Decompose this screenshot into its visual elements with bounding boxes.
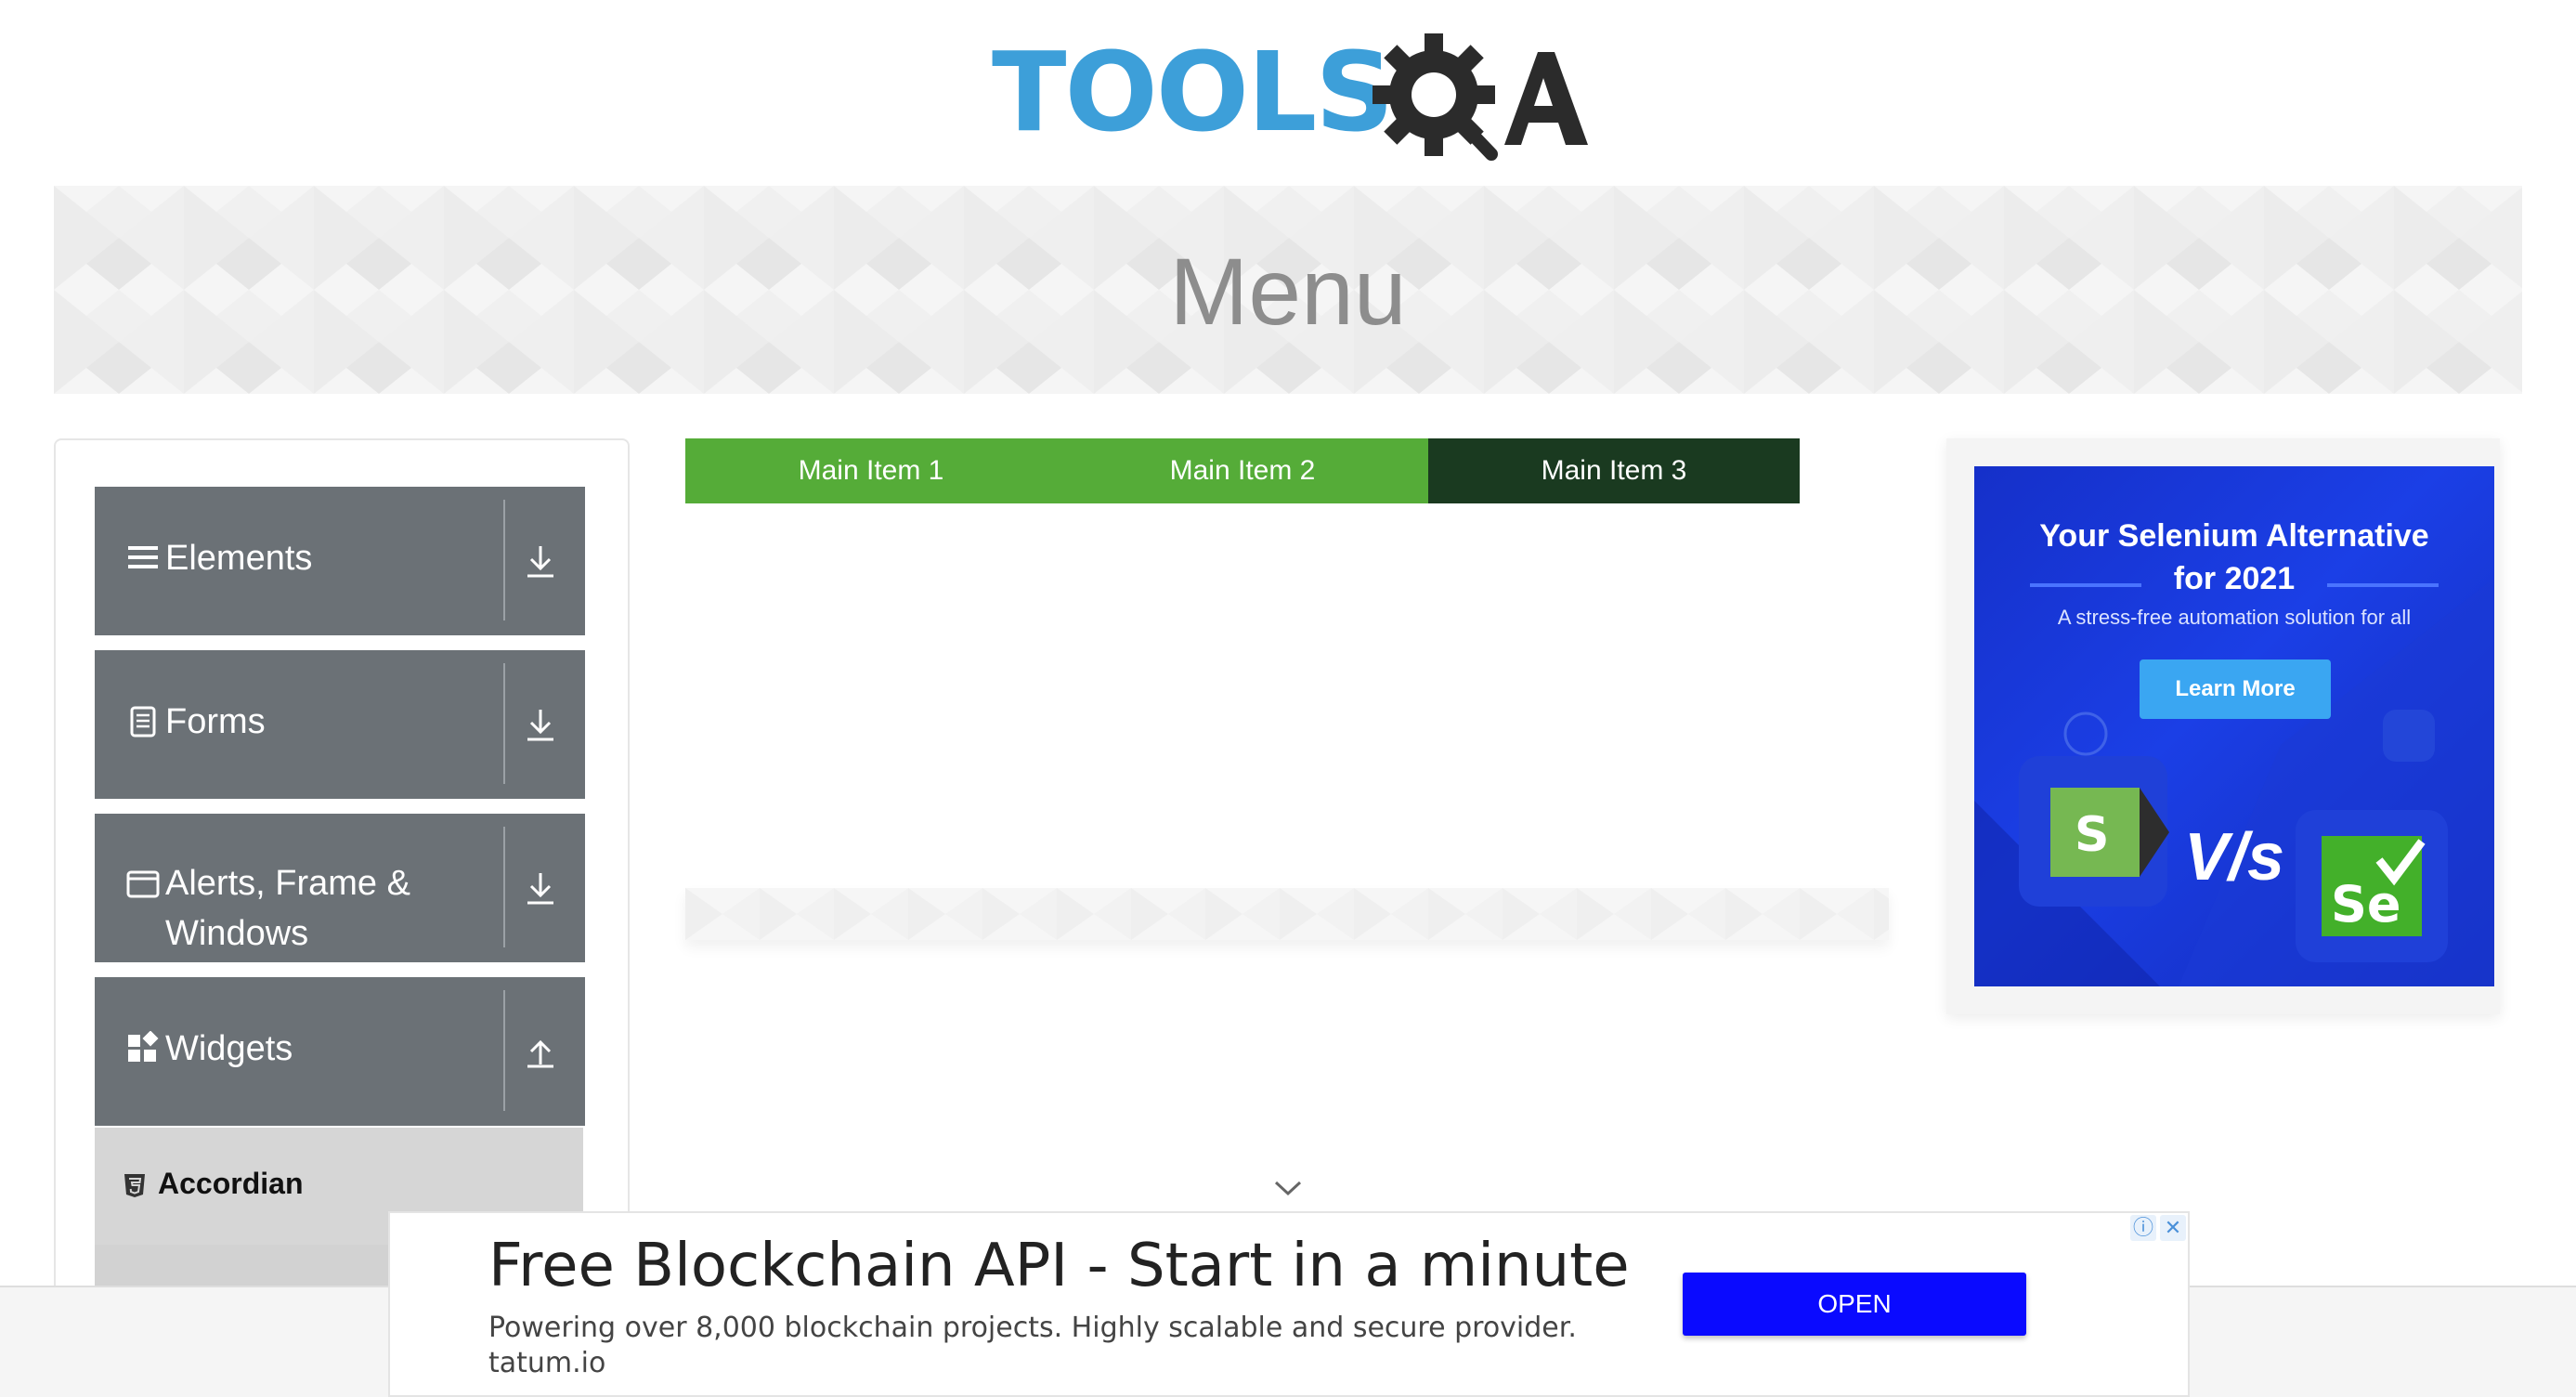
page-banner: Menu bbox=[54, 186, 2522, 394]
menu-main-item-1[interactable]: Main Item 1 bbox=[685, 438, 1057, 503]
download-arrow-icon[interactable] bbox=[518, 702, 563, 747]
group-divider bbox=[503, 990, 505, 1111]
ad-open-button[interactable]: OPEN bbox=[1683, 1273, 2026, 1336]
upload-arrow-icon[interactable] bbox=[518, 1029, 563, 1074]
ad-vs-text: V/s bbox=[2184, 820, 2285, 894]
ad-bottom-title[interactable]: Free Blockchain API - Start in a minute bbox=[488, 1232, 1630, 1300]
close-icon[interactable]: ✕ bbox=[2160, 1215, 2186, 1241]
strip-pattern bbox=[685, 888, 1889, 940]
svg-text:S: S bbox=[2075, 807, 2109, 863]
ad-headline-line-2: for 2021 bbox=[2173, 561, 2296, 596]
page-title: Menu bbox=[1169, 239, 1407, 345]
right-advertisement[interactable]: S Se Your Selenium Alternative for 2021 … bbox=[1946, 438, 2500, 1014]
sidebar-group-label: Widgets bbox=[165, 1029, 293, 1068]
label-line-2: Windows bbox=[165, 914, 309, 953]
ad-subtext: A stress-free automation solution for al… bbox=[2057, 606, 2412, 629]
sidebar-group-label: Elements bbox=[165, 539, 313, 578]
ad-learn-more-button[interactable]: Learn More bbox=[2140, 659, 2331, 719]
chevron-down-icon[interactable] bbox=[1272, 1178, 1304, 1198]
download-arrow-icon[interactable] bbox=[518, 866, 563, 910]
group-divider bbox=[503, 500, 505, 620]
label-line-1: Alerts, Frame & bbox=[165, 864, 410, 903]
main-menu: Main Item 1 Main Item 2 Main Item 3 bbox=[685, 438, 1800, 503]
html5-icon bbox=[124, 1174, 145, 1197]
sidebar-group-alerts-frame-windows[interactable]: Alerts, Frame & Windows bbox=[95, 814, 585, 962]
ad-headline: Your Selenium Alternative for 2021 bbox=[1974, 515, 2494, 600]
bottom-advertisement[interactable]: Free Blockchain API - Start in a minute … bbox=[388, 1211, 2190, 1397]
ad-card[interactable]: S Se Your Selenium Alternative for 2021 … bbox=[1974, 466, 2494, 986]
sidebar-item-label: Accordian bbox=[158, 1167, 304, 1200]
window-icon bbox=[126, 870, 160, 898]
sidebar-group-elements[interactable]: Elements bbox=[95, 487, 585, 635]
logo-text: TOOLS bbox=[992, 28, 1394, 156]
menu-main-item-2[interactable]: Main Item 2 bbox=[1057, 438, 1428, 503]
group-divider bbox=[503, 663, 505, 784]
group-divider bbox=[503, 827, 505, 947]
svg-text:Se: Se bbox=[2331, 875, 2401, 934]
hamburger-icon bbox=[128, 546, 158, 568]
document-icon bbox=[130, 706, 156, 738]
content-placeholder-strip bbox=[685, 888, 1889, 940]
sidebar-group-widgets[interactable]: Widgets bbox=[95, 977, 585, 1126]
download-arrow-icon[interactable] bbox=[518, 539, 563, 583]
ad-choices[interactable]: ⓘ ✕ bbox=[2130, 1215, 2186, 1241]
info-icon[interactable]: ⓘ bbox=[2130, 1215, 2156, 1241]
ad-bottom-subtitle: Powering over 8,000 blockchain projects.… bbox=[488, 1312, 1577, 1344]
toolsqa-logo[interactable]: TOOLS bbox=[992, 26, 1595, 175]
widgets-icon bbox=[128, 1031, 159, 1062]
gear-search-icon bbox=[1373, 33, 1588, 161]
menu-main-item-3[interactable]: Main Item 3 bbox=[1428, 438, 1800, 503]
ad-headline-line-1: Your Selenium Alternative bbox=[2039, 518, 2429, 554]
sidebar-group-label: Forms bbox=[165, 702, 266, 741]
sidebar-group-label: Alerts, Frame & Windows bbox=[165, 858, 500, 959]
sidebar-group-forms[interactable]: Forms bbox=[95, 650, 585, 799]
ad-bottom-url[interactable]: tatum.io bbox=[488, 1347, 605, 1379]
